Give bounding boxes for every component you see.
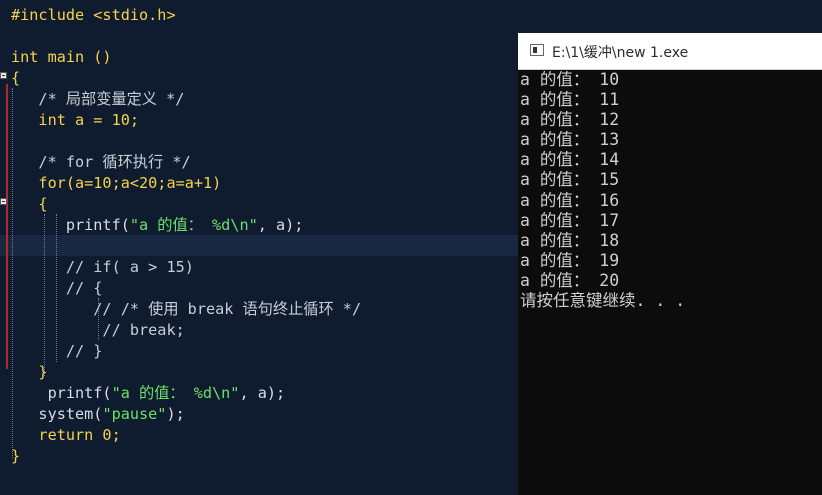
code-token: int main () (11, 48, 112, 66)
code-line: // break; (11, 320, 361, 341)
code-line: printf("a 的值： %d\n", a); (11, 215, 361, 236)
code-token: , a); (257, 216, 304, 234)
code-token: , a); (239, 384, 286, 402)
code-token: for(a=10;a<20;a=a+1) (11, 174, 222, 192)
console-line: a 的值： 20 (520, 270, 620, 290)
code-token: { (11, 195, 48, 213)
code-line: // /* 使用 break 语句终止循环 */ (11, 299, 361, 320)
console-app-icon (530, 44, 544, 56)
code-token: // { (11, 279, 103, 297)
code-token: "a 的值： %d\n" (129, 216, 258, 234)
code-token: // /* 使用 break 语句终止循环 */ (11, 300, 362, 318)
code-token: // } (11, 342, 103, 360)
code-line: // { (11, 278, 361, 299)
code-line: int main () (11, 47, 361, 68)
console-line: 请按任意键继续. . . (520, 291, 686, 311)
code-token: "pause" (102, 405, 167, 423)
console-line: a 的值： 15 (520, 170, 620, 190)
code-line: } (11, 362, 361, 383)
code-token: printf( (11, 384, 112, 402)
code-line: printf("a 的值： %d\n", a); (11, 383, 361, 404)
code-token: printf( (11, 216, 130, 234)
code-line: // if( a > 15) (11, 257, 361, 278)
console-output: a 的值： 10 a 的值： 11 a 的值： 12 a 的值： 13 a 的值： 14… (520, 70, 685, 311)
code-line: // } (11, 341, 361, 362)
change-marker-bar (6, 84, 8, 369)
code-token: "a 的值： %d\n" (111, 384, 240, 402)
console-line: a 的值： 11 (520, 90, 620, 110)
fold-toggle-icon[interactable] (0, 72, 7, 79)
code-token: } (11, 447, 21, 465)
code-line: { (11, 68, 361, 89)
console-line: a 的值： 14 (520, 150, 620, 170)
console-line: a 的值： 16 (520, 190, 620, 210)
code-token: int a = 10; (11, 111, 140, 129)
source-code: #include <stdio.h> int main () { /* 局部变量定… (11, 5, 361, 467)
fold-toggle-icon[interactable] (0, 198, 7, 205)
code-token: // if( a > 15) (11, 258, 194, 276)
code-token: ); (166, 405, 185, 423)
code-line: int a = 10; (11, 110, 361, 131)
console-line: a 的值： 19 (520, 250, 620, 270)
code-token: return 0; (11, 426, 121, 444)
code-token: /* for 循环执行 */ (11, 153, 191, 171)
code-line: for(a=10;a<20;a=a+1) (11, 173, 361, 194)
code-line: { (11, 194, 361, 215)
code-token: // break; (11, 321, 185, 339)
console-line: a 的值： 13 (520, 130, 620, 150)
console-line: a 的值： 12 (520, 110, 620, 130)
code-line: system("pause"); (11, 404, 361, 425)
code-token: #include <stdio.h> (11, 6, 176, 24)
console-title: E:\1\缓冲\new 1.exe (552, 45, 689, 61)
code-line: /* 局部变量定义 */ (11, 89, 361, 110)
code-line: /* for 循环执行 */ (11, 152, 361, 173)
code-token: system( (11, 405, 103, 423)
code-line: return 0; (11, 425, 361, 446)
code-token: { (11, 69, 21, 87)
code-line: #include <stdio.h> (11, 5, 361, 26)
code-token: /* 局部变量定义 */ (11, 90, 185, 108)
code-token: } (11, 363, 48, 381)
console-line: a 的值： 10 (520, 70, 620, 89)
console-line: a 的值： 17 (520, 210, 620, 230)
code-line: } (11, 446, 361, 467)
console-window[interactable]: E:\1\缓冲\new 1.exe a 的值： 10 a 的值： 11 a 的值： … (518, 33, 822, 495)
console-line: a 的值： 18 (520, 230, 620, 250)
console-titlebar[interactable]: E:\1\缓冲\new 1.exe (518, 33, 822, 70)
